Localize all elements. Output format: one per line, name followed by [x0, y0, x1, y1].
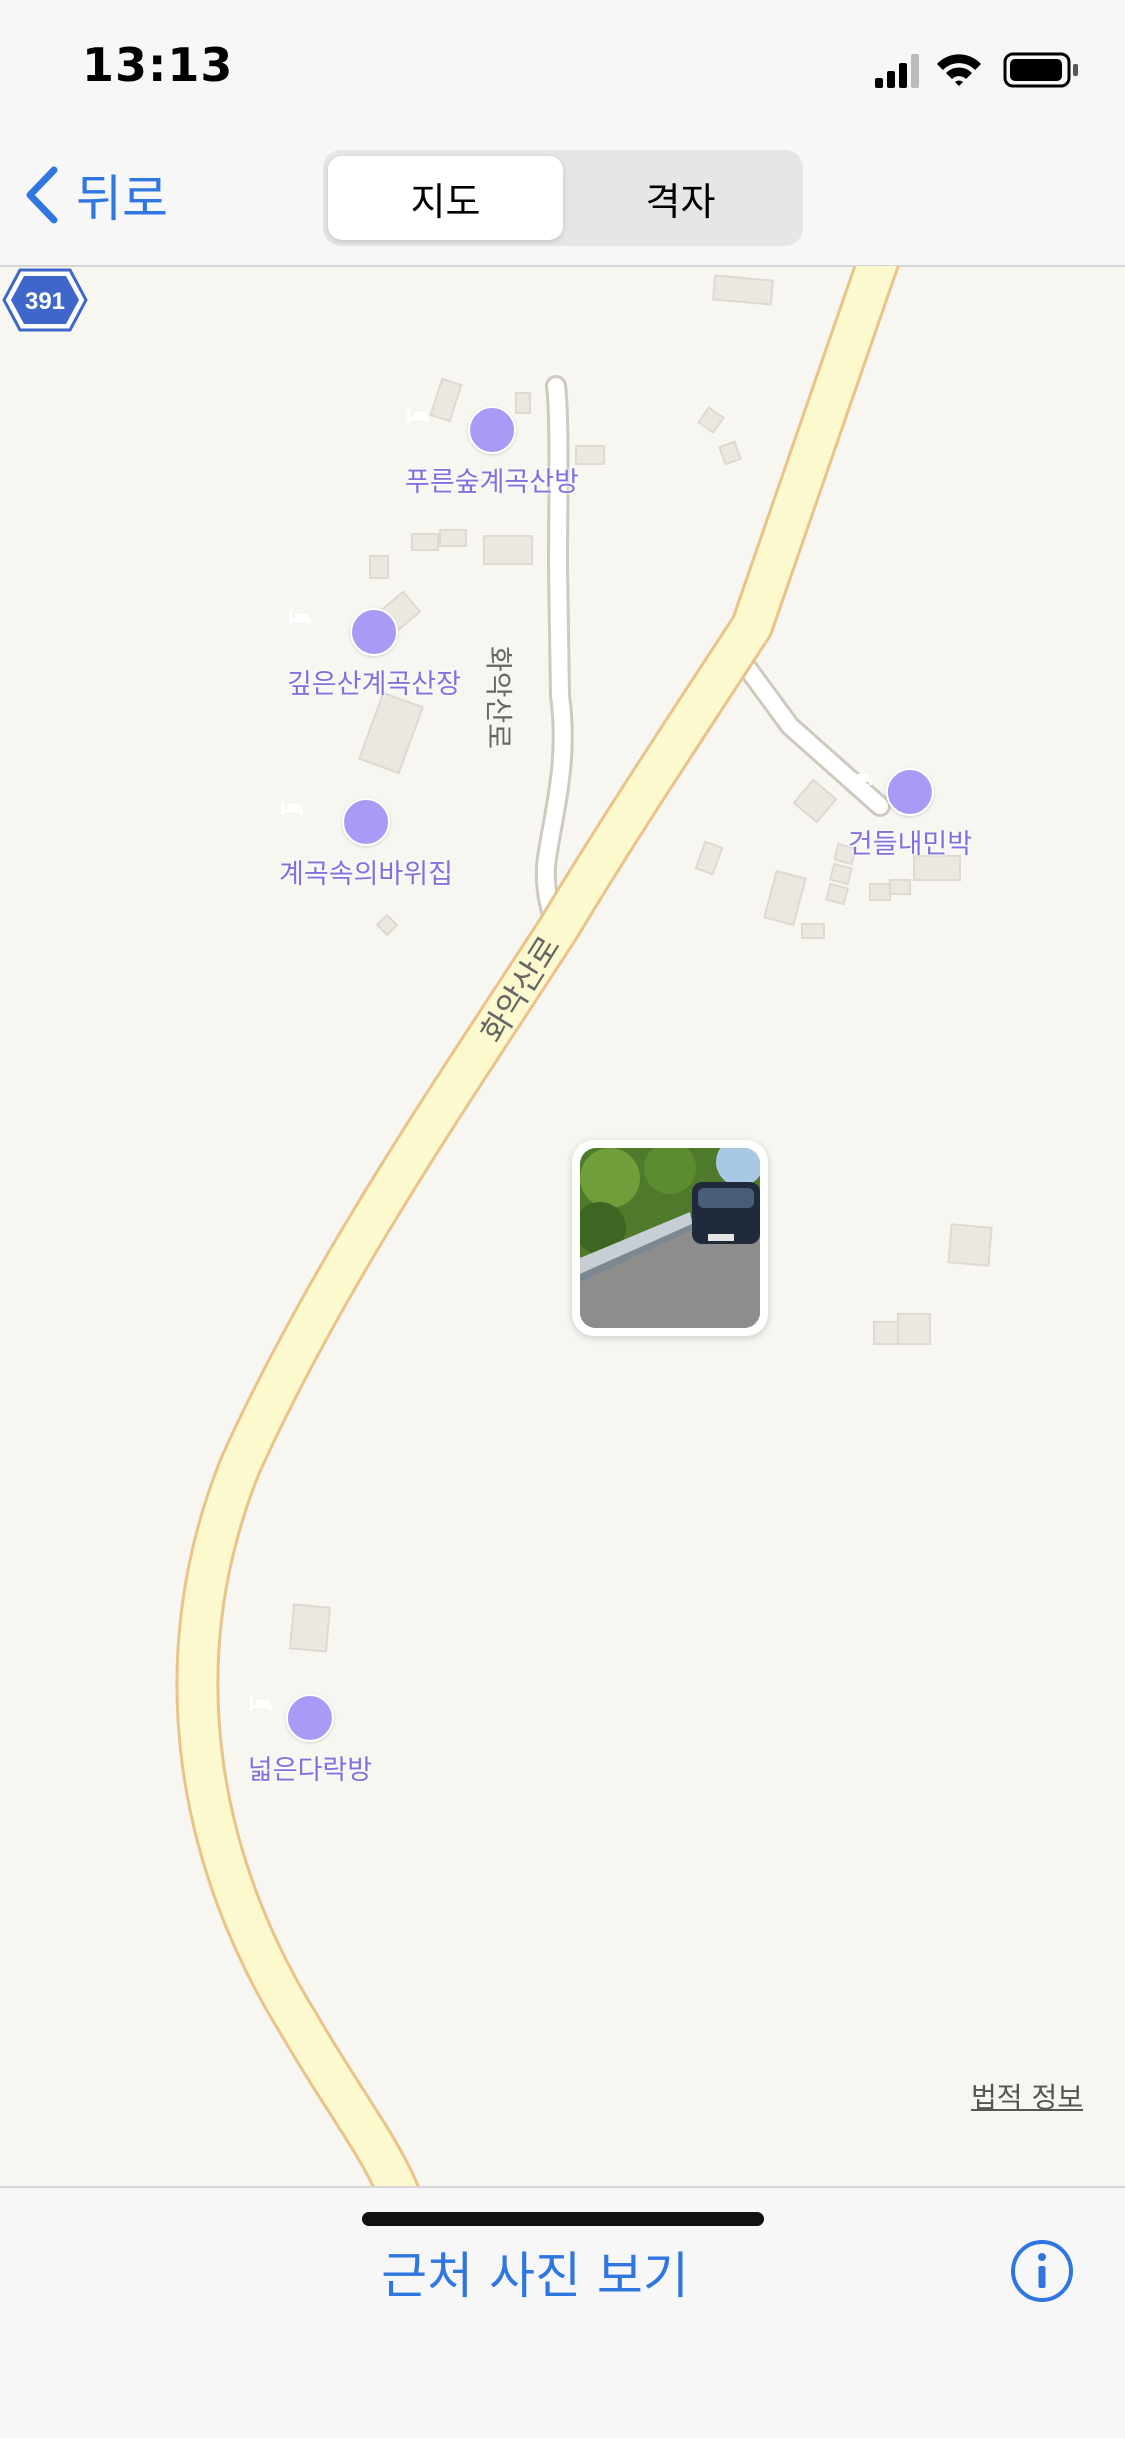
bed-icon	[249, 1694, 334, 1742]
bed-icon	[407, 406, 516, 454]
poi-lodging-5[interactable]: 넓은다락방	[248, 1694, 372, 1787]
bed-icon	[849, 768, 934, 816]
wifi-icon	[937, 54, 981, 86]
car-photo-thumbnail	[580, 1148, 760, 1328]
route-number: 391	[25, 288, 65, 315]
legal-info-link[interactable]: 법적 정보	[971, 2076, 1083, 2116]
back-label: 뒤로	[76, 170, 168, 228]
back-button[interactable]: 뒤로	[24, 160, 168, 230]
poi-label: 깊은산계곡산장	[287, 669, 461, 700]
status-time: 13:13	[82, 38, 234, 92]
view-mode-segmented-control: 지도 격자	[323, 150, 803, 246]
buildings	[289, 274, 993, 1653]
poi-label: 건들내민박	[847, 829, 973, 860]
segment-map[interactable]: 지도	[328, 156, 563, 240]
poi-label: 계곡속의바위집	[279, 859, 453, 890]
map-canvas	[175, 266, 993, 2186]
chevron-left-icon	[26, 166, 58, 224]
bed-icon	[289, 608, 398, 656]
segment-grid[interactable]: 격자	[563, 156, 798, 240]
poi-label: 넓은다락방	[247, 1755, 373, 1786]
poi-lodging-3[interactable]: 계곡속의바위집	[279, 798, 453, 891]
show-nearby-photos-button[interactable]: 근처 사진 보기	[0, 2236, 1070, 2308]
photo-pin[interactable]	[572, 1140, 768, 1336]
major-road	[178, 266, 897, 2186]
info-icon[interactable]	[1009, 2238, 1075, 2304]
poi-lodging-4[interactable]: 건들내민박	[848, 768, 972, 861]
battery-icon	[1003, 52, 1078, 88]
status-icons	[875, 52, 1078, 88]
cellular-signal-icon	[875, 54, 919, 88]
road-label-vertical: 화악산로	[482, 646, 515, 750]
poi-label: 푸른숲계곡산방	[405, 467, 579, 498]
poi-lodging-2[interactable]: 깊은산계곡산장	[287, 608, 461, 701]
navigation-bar: 뒤로 지도 격자	[0, 140, 1125, 267]
route-shield: 391	[2, 268, 88, 332]
bed-icon	[281, 798, 390, 846]
home-indicator	[362, 2212, 764, 2226]
status-bar: 13:13	[0, 0, 1125, 140]
poi-lodging-1[interactable]: 푸른숲계곡산방	[405, 406, 579, 499]
map-view[interactable]: 391 화악산로 화악산로 푸른숲계곡산방 깊은산계곡산장 계곡속의바위집 건들…	[0, 266, 1125, 2186]
